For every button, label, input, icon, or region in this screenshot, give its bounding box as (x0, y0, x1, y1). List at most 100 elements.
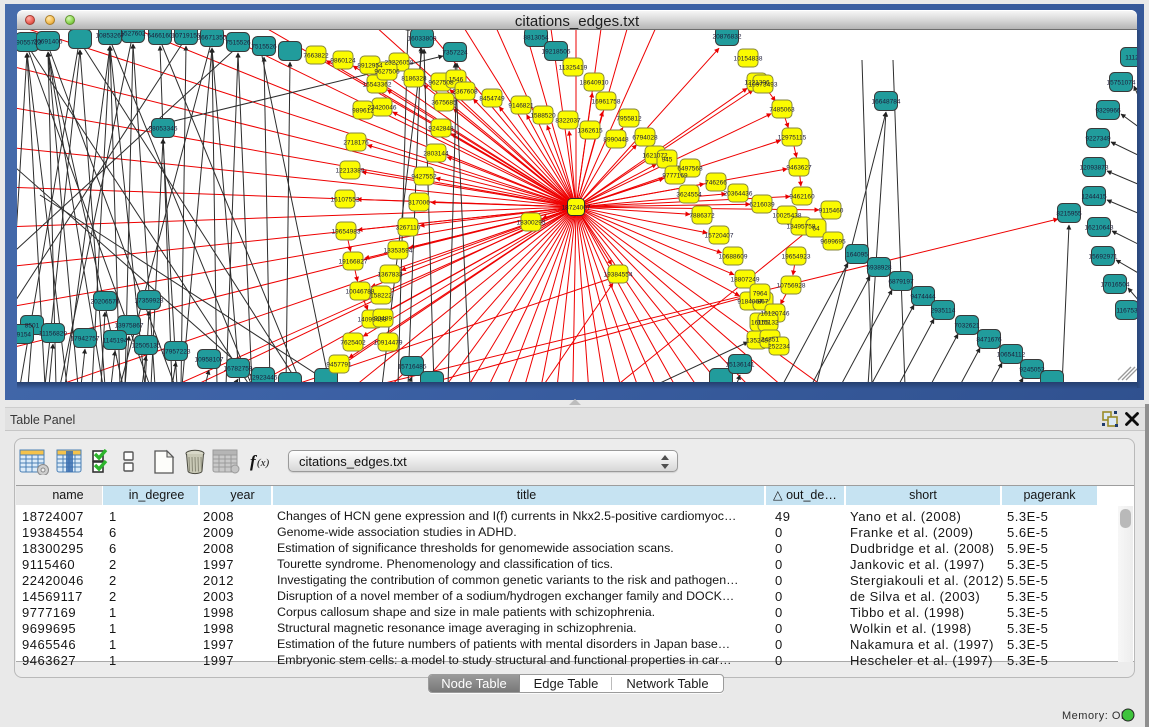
svg-text:17016504: 17016504 (1101, 282, 1130, 289)
svg-text:6466160: 6466160 (147, 33, 173, 40)
svg-text:867: 867 (758, 299, 769, 306)
svg-text:17942757: 17942757 (71, 336, 100, 343)
svg-text:8813054: 8813054 (523, 35, 549, 42)
svg-text:5938928: 5938928 (866, 265, 892, 272)
svg-text:3675685: 3675685 (431, 100, 457, 107)
svg-text:10025438: 10025438 (773, 213, 802, 220)
svg-text:13353594: 13353594 (384, 248, 413, 255)
svg-text:7357224: 7357224 (442, 50, 468, 57)
svg-text:10688609: 10688609 (719, 254, 748, 261)
svg-text:989612: 989612 (352, 108, 374, 115)
svg-text:9463627: 9463627 (786, 165, 812, 172)
svg-text:20206576: 20206576 (91, 299, 120, 306)
svg-text:9462160: 9462160 (789, 194, 815, 201)
svg-text:6497568: 6497568 (677, 166, 703, 173)
svg-text:9245052: 9245052 (1019, 367, 1045, 374)
svg-text:2935114: 2935114 (931, 308, 956, 315)
svg-text:16782759: 16782759 (224, 366, 253, 373)
svg-text:16210643: 16210643 (1085, 225, 1114, 232)
svg-text:1588520: 1588520 (530, 113, 556, 120)
svg-text:(x): (x) (257, 457, 270, 469)
svg-text:115132: 115132 (757, 320, 779, 327)
svg-text:10958107: 10958107 (195, 357, 224, 364)
svg-text:10154838: 10154838 (734, 56, 763, 63)
svg-text:9329966: 9329966 (1095, 108, 1121, 115)
svg-text:19654923: 19654923 (782, 254, 811, 261)
svg-text:9146821: 9146821 (508, 103, 534, 110)
svg-text:18640910: 18640910 (580, 80, 609, 87)
svg-text:16543362: 16543362 (363, 82, 392, 89)
svg-text:945: 945 (662, 157, 673, 164)
svg-text:19654983: 19654983 (332, 229, 361, 236)
svg-text:12505135: 12505135 (132, 343, 161, 350)
svg-text:3267110: 3267110 (396, 225, 421, 232)
svg-text:12923446: 12923446 (249, 375, 278, 382)
svg-text:7663822: 7663822 (303, 53, 329, 60)
svg-text:28053346: 28053346 (149, 126, 178, 133)
svg-text:7032621: 7032621 (954, 323, 980, 330)
svg-text:16033809: 16033809 (408, 36, 437, 43)
svg-text:12975115: 12975115 (778, 135, 807, 142)
svg-text:16120746: 16120746 (761, 311, 790, 318)
svg-text:12213389: 12213389 (336, 168, 365, 175)
svg-text:116753: 116753 (1116, 308, 1137, 315)
svg-text:15716485: 15716485 (398, 364, 427, 371)
svg-text:10654112: 10654112 (997, 352, 1026, 359)
svg-text:13975867: 13975867 (115, 323, 144, 330)
svg-text:9474444: 9474444 (910, 294, 936, 301)
svg-text:12093873: 12093873 (1080, 165, 1109, 172)
svg-text:16961758: 16961758 (592, 99, 621, 106)
svg-text:19384554: 19384554 (604, 272, 633, 279)
svg-text:8501: 8501 (25, 323, 40, 330)
svg-text:252234: 252234 (768, 344, 790, 351)
svg-text:8322037: 8322037 (555, 118, 581, 125)
svg-text:90489: 90489 (374, 316, 392, 323)
svg-text:9427552: 9427552 (411, 174, 437, 181)
svg-text:9457791: 9457791 (326, 362, 352, 369)
svg-text:11325419: 11325419 (559, 65, 588, 72)
svg-text:10719155: 10719155 (172, 33, 201, 40)
svg-text:18724007: 18724007 (562, 205, 591, 212)
svg-text:15751074: 15751074 (1107, 80, 1136, 87)
svg-text:9242848: 9242848 (428, 126, 454, 133)
svg-text:746266: 746266 (705, 180, 727, 187)
svg-text:17359928: 17359928 (135, 298, 164, 305)
svg-text:317006: 317006 (408, 200, 430, 207)
svg-text:11156829: 11156829 (39, 331, 67, 338)
svg-text:164095: 164095 (846, 252, 868, 259)
svg-text:23226058: 23226058 (385, 60, 414, 67)
svg-text:1546: 1546 (449, 77, 464, 84)
svg-text:7515526: 7515526 (225, 40, 251, 47)
svg-text:158222: 158222 (370, 293, 392, 300)
svg-text:20691406: 20691406 (34, 39, 63, 46)
svg-text:18807249: 18807249 (731, 277, 760, 284)
svg-text:18300295: 18300295 (517, 220, 546, 227)
svg-text:15136141: 15136141 (726, 362, 755, 369)
svg-text:3624554: 3624554 (676, 192, 702, 199)
svg-text:9115460: 9115460 (819, 208, 844, 215)
svg-text:16648784: 16648784 (872, 99, 901, 106)
svg-text:7625402: 7625402 (340, 340, 366, 347)
svg-text:1367833: 1367833 (377, 272, 403, 279)
svg-text:6879197: 6879197 (888, 279, 914, 286)
svg-text:16671355: 16671355 (198, 35, 227, 42)
svg-text:8990448: 8990448 (603, 137, 629, 144)
svg-text:2803144: 2803144 (423, 151, 449, 158)
svg-text:1527602: 1527602 (120, 31, 146, 38)
svg-text:20364436: 20364436 (724, 191, 753, 198)
svg-text:7886372: 7886372 (689, 213, 715, 220)
svg-text:7485063: 7485063 (769, 107, 795, 114)
svg-text:6216039: 6216039 (749, 202, 775, 209)
svg-text:2367608: 2367608 (452, 89, 478, 96)
svg-text:1362615: 1362615 (577, 128, 603, 135)
svg-text:10973493: 10973493 (749, 82, 778, 89)
svg-text:9699695: 9699695 (820, 239, 846, 246)
svg-text:6794028: 6794028 (632, 135, 658, 142)
svg-text:16107552: 16107552 (331, 197, 360, 204)
svg-text:2718176: 2718176 (343, 140, 369, 147)
svg-text:7964: 7964 (753, 291, 768, 298)
svg-text:39154: 39154 (17, 332, 31, 339)
svg-text:8186328: 8186328 (401, 76, 427, 83)
svg-text:24851: 24851 (761, 337, 779, 344)
svg-text:8454749: 8454749 (479, 96, 505, 103)
